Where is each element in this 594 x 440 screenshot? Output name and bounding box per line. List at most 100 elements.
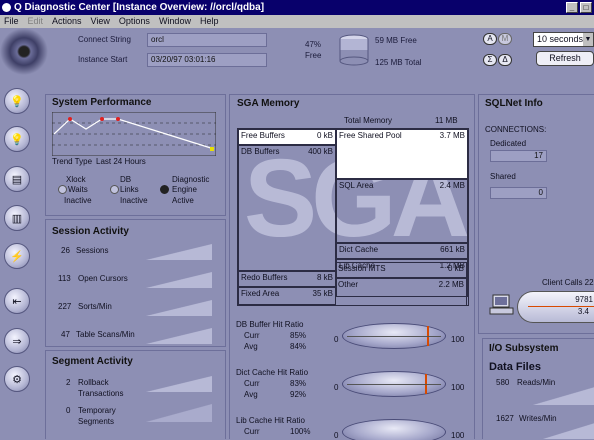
db-buffer-gauge bbox=[342, 323, 446, 349]
sga-memory-panel: SGA Memory Total Memory 11 MB SGA Free B… bbox=[229, 94, 476, 440]
client-calls: Client Calls 22 bbox=[542, 278, 594, 287]
database-sql-icon[interactable]: ▥ bbox=[4, 205, 30, 231]
sum-button[interactable]: Σ bbox=[483, 54, 497, 66]
free-percent: 47% bbox=[305, 40, 322, 49]
fixed-area-cell: Fixed Area 35 kB bbox=[238, 287, 336, 305]
menu-window[interactable]: Window bbox=[159, 15, 191, 28]
shared-label: Shared bbox=[490, 172, 516, 181]
session-mts-cell: Session MTS 0 kB bbox=[335, 262, 467, 278]
window-title: Q Diagnostic Center [Instance Overview: … bbox=[14, 2, 265, 13]
free-label: Free bbox=[305, 51, 322, 60]
session-activity-title: Session Activity bbox=[52, 226, 129, 237]
process-icon[interactable]: ⚙ bbox=[4, 366, 30, 392]
lib-cache-hit-ratio: Lib Cache Hit Ratio Curr 100% 0 100 bbox=[230, 413, 476, 440]
reads-value: 580 bbox=[496, 378, 510, 387]
db-links-radio[interactable] bbox=[110, 185, 119, 194]
trend-type-value: Last 24 Hours bbox=[96, 157, 146, 166]
connect-string-field: orcl bbox=[147, 33, 267, 47]
io-subsystem-panel: I/O Subsystem Data Files 580 Reads/Min 1… bbox=[482, 338, 594, 439]
sorts-row: 227 Sorts/Min bbox=[46, 300, 227, 316]
network-tower-icon[interactable]: ⚡ bbox=[4, 243, 30, 269]
data-files-label: Data Files bbox=[489, 361, 541, 373]
menu-options[interactable]: Options bbox=[119, 15, 150, 28]
waits-radio[interactable] bbox=[58, 185, 67, 194]
connections-label: CONNECTIONS: bbox=[485, 125, 547, 134]
menu-edit[interactable]: Edit bbox=[28, 15, 44, 28]
other-cell: Other 2.2 MB bbox=[335, 278, 467, 306]
dict-cache-hit-ratio: Dict Cache Hit Ratio Curr 83% Avg 92% 0 … bbox=[236, 368, 465, 399]
mb-total: 125 MB Total bbox=[375, 58, 422, 67]
sqlnet-title: SQLNet Info bbox=[485, 98, 543, 109]
trend-current-marker bbox=[210, 147, 214, 151]
lightbulb-active-icon[interactable]: 💡 bbox=[4, 126, 30, 152]
engine-label: Engine bbox=[172, 185, 197, 194]
alert-m-button[interactable]: M bbox=[498, 33, 512, 45]
open-cursors-row: 113 Open Cursors bbox=[46, 272, 227, 288]
connect-string-label: Connect String bbox=[78, 35, 131, 44]
trend-type-label: Trend Type bbox=[52, 157, 93, 166]
trend-chart bbox=[52, 112, 216, 156]
shared-field: 0 bbox=[490, 187, 547, 199]
pipe-top-value: 9781 bbox=[575, 295, 593, 304]
waits-label: Waits bbox=[68, 185, 88, 194]
database-icon[interactable]: ▤ bbox=[4, 166, 30, 192]
app-icon bbox=[2, 3, 11, 12]
menu-actions[interactable]: Actions bbox=[52, 15, 82, 28]
free-shared-pool-cell: Free Shared Pool 3.7 MB bbox=[336, 129, 468, 179]
title-bar: Q Diagnostic Center [Instance Overview: … bbox=[0, 0, 594, 15]
mb-free: 59 MB Free bbox=[375, 36, 417, 45]
transfer-arrow-icon[interactable]: ⇒ bbox=[4, 328, 30, 354]
table-scans-row: 47 Table Scans/Min bbox=[46, 328, 227, 344]
engine-radio[interactable] bbox=[160, 185, 169, 194]
sidebar: 💡 💡 ▤ ▥ ⚡ ⇤ ⇒ ⚙ bbox=[0, 78, 36, 439]
menu-help[interactable]: Help bbox=[200, 15, 219, 28]
segment-activity-panel: Segment Activity 2 Rollback Transactions… bbox=[45, 350, 226, 439]
eye-logo-icon bbox=[0, 28, 48, 75]
session-row: 26 Sessions bbox=[46, 244, 227, 260]
dict-cache-gauge bbox=[342, 371, 446, 397]
system-performance-panel: System Performance Trend Type Last 24 Ho… bbox=[45, 94, 226, 216]
refresh-interval-select[interactable]: 10 seconds ▼ bbox=[533, 32, 594, 47]
segment-activity-title: Segment Activity bbox=[52, 356, 133, 367]
window-controls: _ □ bbox=[566, 2, 592, 13]
db-buffer-hit-ratio: DB Buffer Hit Ratio Curr 85% Avg 84% 0 1… bbox=[236, 320, 465, 351]
io-arrow-icon[interactable]: ⇤ bbox=[4, 288, 30, 314]
waits-status: Inactive bbox=[64, 196, 92, 205]
trend-point bbox=[68, 117, 72, 121]
io-title: I/O Subsystem bbox=[489, 343, 559, 354]
refresh-button[interactable]: Refresh bbox=[536, 51, 594, 66]
trend-point bbox=[100, 117, 104, 121]
system-performance-title: System Performance bbox=[52, 97, 152, 108]
lightbulb-icon[interactable]: 💡 bbox=[4, 88, 30, 114]
maximize-icon[interactable]: □ bbox=[580, 2, 592, 13]
refresh-interval-value: 10 seconds bbox=[537, 34, 584, 44]
dedicated-label: Dedicated bbox=[490, 139, 527, 148]
instance-start-label: Instance Start bbox=[78, 55, 128, 64]
total-memory-value: 11 MB bbox=[435, 116, 458, 125]
alert-a-button[interactable]: A bbox=[483, 33, 497, 45]
trend-point bbox=[116, 117, 120, 121]
dedicated-field: 17 bbox=[490, 150, 547, 162]
sql-area-cell: SQL Area 2.4 MB bbox=[336, 179, 468, 243]
instance-start-field: 03/20/97 03:01:16 bbox=[147, 53, 267, 67]
network-pipe: 9781 3.4 bbox=[517, 291, 594, 323]
engine-status: Active bbox=[172, 196, 194, 205]
db-label: DB bbox=[120, 175, 132, 184]
session-activity-panel: Session Activity 26 Sessions 113 Open Cu… bbox=[45, 219, 226, 347]
diagnostic-label: Diagnostic bbox=[172, 175, 210, 184]
chevron-down-icon[interactable]: ▼ bbox=[583, 33, 593, 46]
redo-buffers-cell: Redo Buffers 8 kB bbox=[238, 271, 336, 287]
lib-cache-gauge bbox=[342, 419, 446, 440]
dict-cache-cell: Dict Cache 661 kB bbox=[336, 243, 468, 259]
sga-title: SGA Memory bbox=[237, 98, 300, 109]
menu-view[interactable]: View bbox=[91, 15, 110, 28]
writes-label: Writes/Min bbox=[519, 414, 557, 423]
menu-file[interactable]: File bbox=[4, 15, 19, 28]
memory-cylinder-icon bbox=[338, 34, 370, 68]
delta-button[interactable]: Δ bbox=[498, 54, 512, 66]
minimize-icon[interactable]: _ bbox=[566, 2, 578, 13]
free-buffers-cell: Free Buffers 0 kB bbox=[238, 129, 336, 145]
reads-label: Reads/Min bbox=[517, 378, 556, 387]
computer-icon bbox=[489, 293, 515, 317]
total-memory-label: Total Memory bbox=[344, 116, 393, 125]
